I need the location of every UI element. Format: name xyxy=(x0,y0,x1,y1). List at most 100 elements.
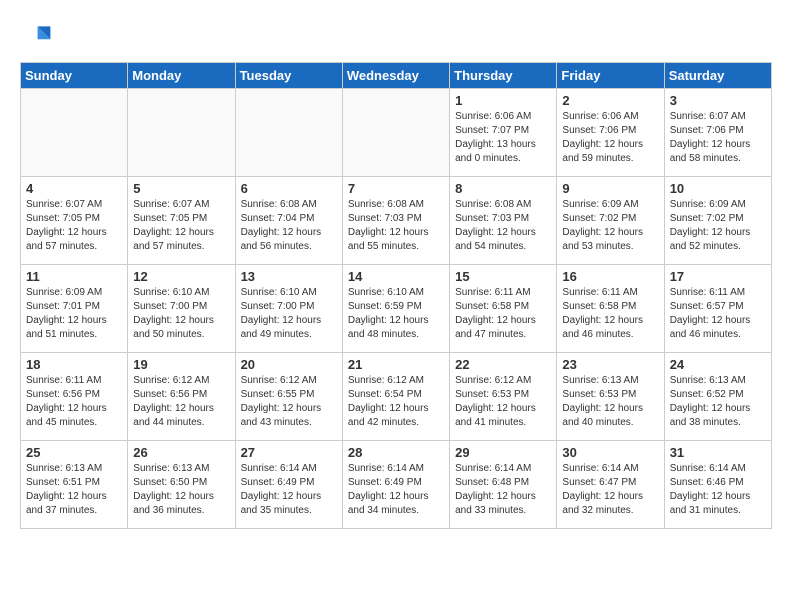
day-info: Sunrise: 6:14 AM Sunset: 6:48 PM Dayligh… xyxy=(455,462,551,518)
calendar-cell xyxy=(21,89,128,177)
day-info: Sunrise: 6:07 AM Sunset: 7:06 PM Dayligh… xyxy=(670,110,766,166)
calendar-cell: 1 Sunrise: 6:06 AM Sunset: 7:07 PM Daylig… xyxy=(450,89,557,177)
day-number: 10 xyxy=(670,181,766,196)
header-tuesday: Tuesday xyxy=(235,63,342,89)
logo xyxy=(20,20,56,52)
calendar-cell: 22Sunrise: 6:12 AM Sunset: 6:53 PM Dayli… xyxy=(450,353,557,441)
day-info: Sunrise: 6:12 AM Sunset: 6:56 PM Dayligh… xyxy=(133,374,229,430)
day-number: 19 xyxy=(133,357,229,372)
calendar-cell: 7 Sunrise: 6:08 AM Sunset: 7:03 PM Daylig… xyxy=(342,177,449,265)
header-wednesday: Wednesday xyxy=(342,63,449,89)
calendar-cell: 6 Sunrise: 6:08 AM Sunset: 7:04 PM Daylig… xyxy=(235,177,342,265)
day-number: 17 xyxy=(670,269,766,284)
day-info: Sunrise: 6:08 AM Sunset: 7:04 PM Dayligh… xyxy=(241,198,337,254)
day-number: 25 xyxy=(26,445,122,460)
day-info: Sunrise: 6:09 AM Sunset: 7:01 PM Dayligh… xyxy=(26,286,122,342)
day-number: 21 xyxy=(348,357,444,372)
day-number: 16 xyxy=(562,269,658,284)
calendar-cell: 20 Sunrise: 6:12 AM Sunset: 6:55 PM Dayli… xyxy=(235,353,342,441)
day-info: Sunrise: 6:07 AM Sunset: 7:05 PM Dayligh… xyxy=(26,198,122,254)
calendar-cell: 9 Sunrise: 6:09 AM Sunset: 7:02 PM Daylig… xyxy=(557,177,664,265)
day-number: 29 xyxy=(455,445,551,460)
day-number: 6 xyxy=(241,181,337,196)
day-info: Sunrise: 6:13 AM Sunset: 6:52 PM Dayligh… xyxy=(670,374,766,430)
calendar-cell: 13Sunrise: 6:10 AM Sunset: 7:00 PM Dayli… xyxy=(235,265,342,353)
day-info: Sunrise: 6:14 AM Sunset: 6:49 PM Dayligh… xyxy=(241,462,337,518)
calendar-cell: 29 Sunrise: 6:14 AM Sunset: 6:48 PM Dayli… xyxy=(450,441,557,529)
day-info: Sunrise: 6:06 AM Sunset: 7:06 PM Dayligh… xyxy=(562,110,658,166)
header-friday: Friday xyxy=(557,63,664,89)
day-info: Sunrise: 6:09 AM Sunset: 7:02 PM Dayligh… xyxy=(562,198,658,254)
calendar-cell: 11 Sunrise: 6:09 AM Sunset: 7:01 PM Dayli… xyxy=(21,265,128,353)
calendar-cell xyxy=(342,89,449,177)
header-saturday: Saturday xyxy=(664,63,771,89)
calendar-cell: 27 Sunrise: 6:14 AM Sunset: 6:49 PM Dayli… xyxy=(235,441,342,529)
day-number: 23 xyxy=(562,357,658,372)
day-info: Sunrise: 6:09 AM Sunset: 7:02 PM Dayligh… xyxy=(670,198,766,254)
calendar-week-2: 11 Sunrise: 6:09 AM Sunset: 7:01 PM Dayli… xyxy=(21,265,772,353)
day-info: Sunrise: 6:08 AM Sunset: 7:03 PM Dayligh… xyxy=(455,198,551,254)
calendar-cell: 2 Sunrise: 6:06 AM Sunset: 7:06 PM Daylig… xyxy=(557,89,664,177)
day-number: 11 xyxy=(26,269,122,284)
day-number: 26 xyxy=(133,445,229,460)
day-number: 7 xyxy=(348,181,444,196)
calendar-cell: 18Sunrise: 6:11 AM Sunset: 6:56 PM Dayli… xyxy=(21,353,128,441)
day-info: Sunrise: 6:14 AM Sunset: 6:47 PM Dayligh… xyxy=(562,462,658,518)
day-info: Sunrise: 6:14 AM Sunset: 6:49 PM Dayligh… xyxy=(348,462,444,518)
logo-icon xyxy=(20,20,52,52)
day-number: 1 xyxy=(455,93,551,108)
header-monday: Monday xyxy=(128,63,235,89)
calendar-cell: 3Sunrise: 6:07 AM Sunset: 7:06 PM Daylig… xyxy=(664,89,771,177)
day-number: 5 xyxy=(133,181,229,196)
page-header xyxy=(20,20,772,52)
calendar-cell: 21 Sunrise: 6:12 AM Sunset: 6:54 PM Dayli… xyxy=(342,353,449,441)
calendar-cell: 28Sunrise: 6:14 AM Sunset: 6:49 PM Dayli… xyxy=(342,441,449,529)
day-info: Sunrise: 6:06 AM Sunset: 7:07 PM Dayligh… xyxy=(455,110,551,166)
calendar-cell: 8Sunrise: 6:08 AM Sunset: 7:03 PM Daylig… xyxy=(450,177,557,265)
day-info: Sunrise: 6:12 AM Sunset: 6:54 PM Dayligh… xyxy=(348,374,444,430)
day-number: 31 xyxy=(670,445,766,460)
day-number: 24 xyxy=(670,357,766,372)
day-number: 14 xyxy=(348,269,444,284)
calendar-cell xyxy=(128,89,235,177)
day-info: Sunrise: 6:12 AM Sunset: 6:55 PM Dayligh… xyxy=(241,374,337,430)
calendar-cell: 5 Sunrise: 6:07 AM Sunset: 7:05 PM Daylig… xyxy=(128,177,235,265)
calendar-cell: 24 Sunrise: 6:13 AM Sunset: 6:52 PM Dayli… xyxy=(664,353,771,441)
day-info: Sunrise: 6:13 AM Sunset: 6:53 PM Dayligh… xyxy=(562,374,658,430)
day-number: 20 xyxy=(241,357,337,372)
calendar-cell: 23 Sunrise: 6:13 AM Sunset: 6:53 PM Dayli… xyxy=(557,353,664,441)
day-info: Sunrise: 6:08 AM Sunset: 7:03 PM Dayligh… xyxy=(348,198,444,254)
calendar-header-row: SundayMondayTuesdayWednesdayThursdayFrid… xyxy=(21,63,772,89)
calendar-cell: 26 Sunrise: 6:13 AM Sunset: 6:50 PM Dayli… xyxy=(128,441,235,529)
day-info: Sunrise: 6:07 AM Sunset: 7:05 PM Dayligh… xyxy=(133,198,229,254)
calendar-cell: 17 Sunrise: 6:11 AM Sunset: 6:57 PM Dayli… xyxy=(664,265,771,353)
calendar-cell: 16 Sunrise: 6:11 AM Sunset: 6:58 PM Dayli… xyxy=(557,265,664,353)
day-number: 9 xyxy=(562,181,658,196)
calendar-cell: 14 Sunrise: 6:10 AM Sunset: 6:59 PM Dayli… xyxy=(342,265,449,353)
day-number: 2 xyxy=(562,93,658,108)
calendar-cell: 4 Sunrise: 6:07 AM Sunset: 7:05 PM Daylig… xyxy=(21,177,128,265)
calendar-week-3: 18Sunrise: 6:11 AM Sunset: 6:56 PM Dayli… xyxy=(21,353,772,441)
day-number: 15 xyxy=(455,269,551,284)
day-info: Sunrise: 6:13 AM Sunset: 6:50 PM Dayligh… xyxy=(133,462,229,518)
day-number: 27 xyxy=(241,445,337,460)
day-info: Sunrise: 6:11 AM Sunset: 6:56 PM Dayligh… xyxy=(26,374,122,430)
day-info: Sunrise: 6:10 AM Sunset: 7:00 PM Dayligh… xyxy=(133,286,229,342)
day-number: 12 xyxy=(133,269,229,284)
calendar-cell: 30 Sunrise: 6:14 AM Sunset: 6:47 PM Dayli… xyxy=(557,441,664,529)
day-info: Sunrise: 6:11 AM Sunset: 6:58 PM Dayligh… xyxy=(455,286,551,342)
day-number: 30 xyxy=(562,445,658,460)
day-number: 4 xyxy=(26,181,122,196)
day-info: Sunrise: 6:11 AM Sunset: 6:57 PM Dayligh… xyxy=(670,286,766,342)
header-thursday: Thursday xyxy=(450,63,557,89)
day-info: Sunrise: 6:11 AM Sunset: 6:58 PM Dayligh… xyxy=(562,286,658,342)
calendar-week-1: 4 Sunrise: 6:07 AM Sunset: 7:05 PM Daylig… xyxy=(21,177,772,265)
day-info: Sunrise: 6:10 AM Sunset: 6:59 PM Dayligh… xyxy=(348,286,444,342)
header-sunday: Sunday xyxy=(21,63,128,89)
calendar-cell: 25 Sunrise: 6:13 AM Sunset: 6:51 PM Dayli… xyxy=(21,441,128,529)
calendar-cell xyxy=(235,89,342,177)
calendar-table: SundayMondayTuesdayWednesdayThursdayFrid… xyxy=(20,62,772,529)
day-info: Sunrise: 6:13 AM Sunset: 6:51 PM Dayligh… xyxy=(26,462,122,518)
calendar-week-4: 25 Sunrise: 6:13 AM Sunset: 6:51 PM Dayli… xyxy=(21,441,772,529)
day-info: Sunrise: 6:14 AM Sunset: 6:46 PM Dayligh… xyxy=(670,462,766,518)
